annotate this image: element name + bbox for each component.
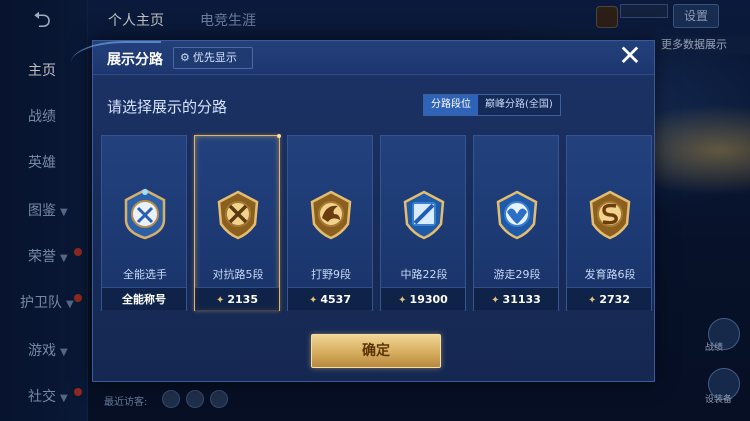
lane-name: 对抗路5段 — [212, 268, 264, 281]
lane-name: 发育路6段 — [584, 268, 636, 281]
lane-score: ✦ 4537 — [288, 287, 372, 311]
close-button[interactable]: ✕ — [616, 42, 644, 71]
ranking-mode-toggle: 分路段位 巅峰分路(全国) — [423, 94, 561, 116]
tab-lane-rank[interactable]: 分路段位 — [424, 95, 478, 115]
dialog-subtitle: 请选择展示的分路 — [107, 98, 228, 116]
tab-peak-lane-national[interactable]: 巅峰分路(全国) — [478, 95, 560, 115]
mid-lane-emblem-icon — [403, 190, 445, 240]
lane-card-mid[interactable]: 中路22段 ✦ 19300 — [380, 135, 466, 311]
farm-lane-emblem-icon — [589, 190, 631, 240]
lane-card-roam[interactable]: 游走29段 ✦ 31133 — [473, 135, 559, 311]
confirm-button[interactable]: 确定 — [311, 334, 441, 368]
lane-score: ✦ 2732 — [567, 287, 651, 311]
lane-score: ✦ 2135 — [195, 287, 279, 311]
score-icon: ✦ — [398, 295, 407, 306]
dialog-header: 展示分路 ⚙ 优先显示 ✕ — [71, 41, 654, 75]
all-round-emblem-icon — [124, 188, 166, 240]
dialog-title: 展示分路 — [107, 52, 163, 68]
lane-name: 游走29段 — [493, 268, 541, 281]
roam-emblem-icon — [496, 190, 538, 240]
lane-card-all-round[interactable]: 全能选手 全能称号 — [101, 135, 187, 311]
gear-icon: ⚙ — [180, 51, 190, 64]
score-icon: ✦ — [587, 295, 597, 306]
jungle-emblem-icon — [310, 190, 352, 240]
lane-footer: 全能称号 — [102, 287, 186, 311]
lane-card-list: 全能选手 全能称号 对抗路5段 ✦ 2135 打野9段 ✦ 4537 中路22段… — [101, 134, 652, 313]
close-icon: ✕ — [618, 39, 642, 72]
lane-score: ✦ 19300 — [381, 287, 465, 311]
lane-display-dialog: 展示分路 ⚙ 优先显示 ✕ 请选择展示的分路 分路段位 巅峰分路(全国) 全能选手… — [71, 40, 655, 382]
score-icon: ✦ — [308, 295, 318, 306]
lane-card-jungle[interactable]: 打野9段 ✦ 4537 — [287, 135, 373, 311]
lane-score: ✦ 31133 — [474, 287, 558, 311]
score-icon: ✦ — [491, 295, 500, 306]
lane-card-farm[interactable]: 发育路6段 ✦ 2732 — [566, 135, 652, 311]
lane-name: 打野9段 — [311, 268, 351, 281]
lane-name: 中路22段 — [400, 268, 448, 281]
score-icon: ✦ — [215, 295, 225, 306]
priority-display-button[interactable]: ⚙ 优先显示 — [173, 47, 253, 69]
lane-card-clash[interactable]: 对抗路5段 ✦ 2135 — [194, 134, 281, 311]
selection-sparkle — [277, 134, 281, 138]
clash-lane-emblem-icon — [217, 190, 259, 240]
lane-name: 全能选手 — [123, 268, 167, 281]
